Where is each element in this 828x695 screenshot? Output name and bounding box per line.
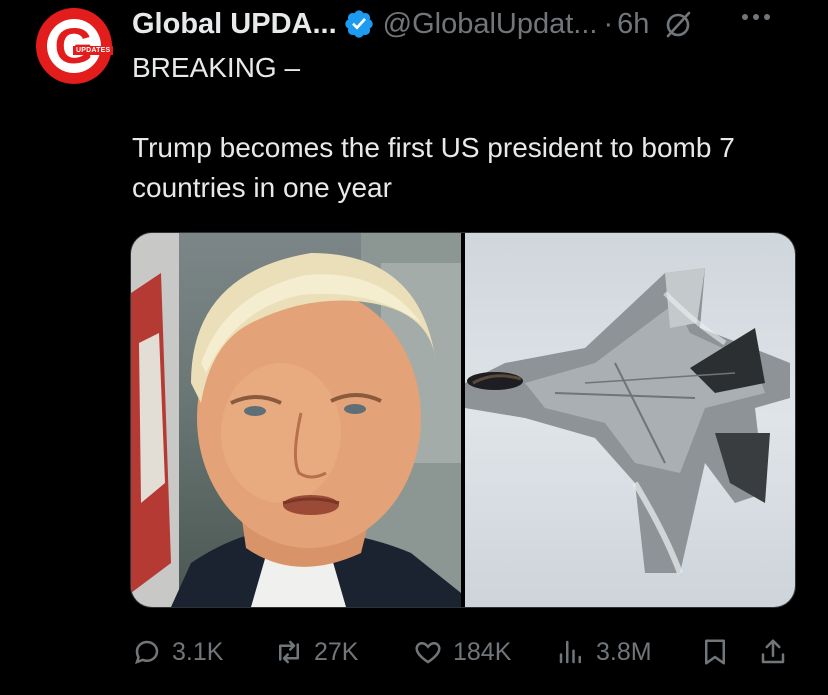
tweet-text: BREAKING – Trump becomes the first US pr… [132, 48, 792, 208]
share-icon [761, 639, 785, 664]
bookmark-icon [705, 639, 725, 665]
display-name[interactable]: Global UPDA... [132, 8, 337, 41]
portrait-photo [131, 233, 461, 607]
reply-icon [135, 640, 159, 665]
tweet-actions: 3.1K 27K 184K 3.8M [0, 630, 828, 674]
repost-count: 27K [314, 637, 359, 666]
bookmark-button[interactable] [700, 630, 740, 674]
verified-badge-icon[interactable] [343, 8, 375, 40]
repost-button[interactable]: 27K [274, 630, 358, 674]
share-button[interactable] [758, 630, 798, 674]
avatar-ring: G UPDATES [36, 8, 114, 84]
tweet-line-body: Trump becomes the first US president to … [132, 132, 735, 203]
like-count: 184K [453, 637, 512, 666]
media-image-left[interactable] [131, 233, 461, 607]
views-count: 3.8M [596, 637, 652, 666]
like-button[interactable]: 184K [413, 630, 511, 674]
reply-count: 3.1K [172, 637, 224, 666]
views-icon [559, 640, 581, 664]
reply-button[interactable]: 3.1K [132, 630, 223, 674]
separator: · [603, 7, 614, 40]
grok-icon[interactable] [663, 9, 693, 39]
media-image-right[interactable] [465, 233, 795, 607]
more-icon[interactable] [742, 14, 770, 20]
tweet-line-breaking: BREAKING – [132, 52, 301, 83]
timestamp[interactable]: 6h [617, 8, 649, 41]
avatar[interactable]: G UPDATES [34, 6, 114, 86]
avatar-tag: UPDATES [73, 46, 114, 55]
media-grid [130, 232, 796, 608]
handle[interactable]: @GlobalUpdat... [383, 8, 598, 41]
tweet-header: Global UPDA... @GlobalUpdat... · 6h [132, 6, 693, 42]
avatar-inner: G UPDATES [47, 19, 114, 73]
heart-icon [415, 641, 441, 664]
jet-photo [465, 268, 790, 575]
views-button[interactable]: 3.8M [556, 630, 652, 674]
repost-icon [279, 640, 299, 664]
